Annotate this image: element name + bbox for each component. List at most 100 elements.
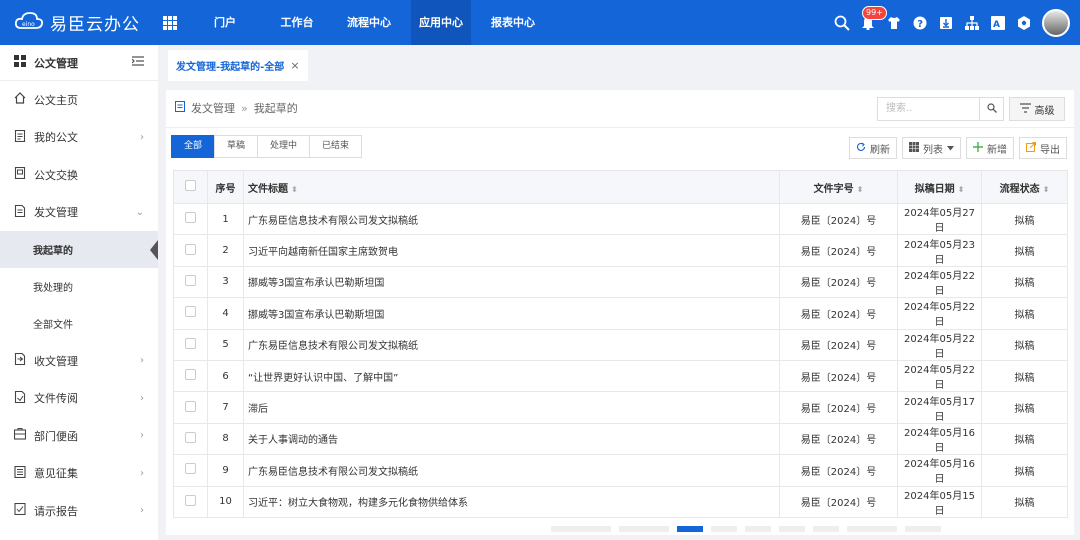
cell-title[interactable]: 广东易臣信息技术有限公司发文拟稿纸 <box>243 203 780 236</box>
export-button[interactable]: 导出 <box>1019 137 1067 159</box>
pagination-first[interactable] <box>619 526 669 532</box>
avatar[interactable] <box>1042 8 1070 37</box>
table-row[interactable]: 10 习近平：树立大食物观，构建多元化食物供给体系 易臣〔2024〕号 2024年05… <box>173 486 1068 518</box>
sidebar-sub-my-drafts[interactable]: 我起草的 <box>0 231 158 268</box>
nav-process-center[interactable]: 流程中心 <box>339 0 399 45</box>
table-row[interactable]: 1 广东易臣信息技术有限公司发文拟稿纸 易臣〔2024〕号 2024年05月27日 拟稿 <box>173 203 1068 236</box>
table-row[interactable]: 8 关于人事调动的通告 易臣〔2024〕号 2024年05月16日 拟稿 <box>173 423 1068 456</box>
filter-processing[interactable]: 处理中 <box>257 135 311 158</box>
tab-current[interactable]: 发文管理-我起草的-全部 × <box>168 50 308 81</box>
sidebar-sub-my-handled[interactable]: 我处理的 <box>0 268 158 305</box>
row-checkbox[interactable] <box>185 212 196 224</box>
sort-icon[interactable]: ⬍ <box>857 185 864 194</box>
cell-title[interactable]: 挪威等3国宣布承认巴勒斯坦国 <box>243 266 780 299</box>
close-icon[interactable]: × <box>290 59 299 72</box>
row-checkbox[interactable] <box>185 431 196 443</box>
row-checkbox[interactable] <box>185 337 196 349</box>
shirt-icon[interactable] <box>886 15 902 31</box>
search-icon[interactable] <box>834 15 850 31</box>
pagination-next[interactable] <box>847 526 897 532</box>
sidebar-item-my-docs[interactable]: 我的公文 › <box>0 119 158 157</box>
row-checkbox-cell[interactable] <box>173 203 208 236</box>
add-button[interactable]: 新增 <box>966 137 1014 159</box>
translate-icon[interactable]: A <box>990 15 1006 31</box>
row-checkbox-cell[interactable] <box>173 391 208 424</box>
nav-report-center[interactable]: 报表中心 <box>483 0 543 45</box>
row-checkbox[interactable] <box>185 306 196 318</box>
table-row[interactable]: 9 广东易臣信息技术有限公司发文拟稿纸 易臣〔2024〕号 2024年05月16日 拟稿 <box>173 454 1068 487</box>
column-docno[interactable]: 文件字号 ⬍ <box>779 170 898 204</box>
sort-icon[interactable]: ⬍ <box>958 185 965 194</box>
sidebar-item-circulate[interactable]: 文件传阅 › <box>0 380 158 418</box>
download-icon[interactable] <box>938 15 954 31</box>
row-checkbox[interactable] <box>185 369 196 381</box>
column-date[interactable]: 拟稿日期 ⬍ <box>897 170 982 204</box>
nav-workbench[interactable]: 工作台 <box>267 0 327 45</box>
row-checkbox[interactable] <box>185 243 196 255</box>
sidebar-item-feedback[interactable]: 意见征集 › <box>0 455 158 493</box>
pagination-page[interactable] <box>745 526 771 532</box>
filter-all[interactable]: 全部 <box>171 135 216 158</box>
sort-icon[interactable]: ⬍ <box>291 185 298 194</box>
row-checkbox-cell[interactable] <box>173 423 208 456</box>
row-checkbox-cell[interactable] <box>173 329 208 361</box>
pagination-prev[interactable] <box>551 526 611 532</box>
cell-title[interactable]: 关于人事调动的通告 <box>243 423 780 456</box>
advanced-search-button[interactable]: 高级 <box>1009 97 1065 121</box>
table-row[interactable]: 6 “让世界更好认识中国、了解中国” 易臣〔2024〕号 2024年05月22日 拟稿 <box>173 360 1068 393</box>
breadcrumb-root[interactable]: 发文管理 <box>191 100 235 116</box>
sidebar-item-dept-memo[interactable]: 部门便函 › <box>0 417 158 455</box>
cell-title[interactable]: 习近平：树立大食物观，构建多元化食物供给体系 <box>243 486 780 518</box>
bell-icon[interactable]: 99+ <box>860 5 887 31</box>
row-checkbox-cell[interactable] <box>173 454 208 487</box>
search-button[interactable] <box>980 97 1004 121</box>
cell-title[interactable]: 滞后 <box>243 391 780 424</box>
pagination-page[interactable] <box>779 526 805 532</box>
sidebar-item-doc-home[interactable]: 公文主页 <box>0 81 158 119</box>
row-checkbox[interactable] <box>185 494 196 506</box>
pagination-page[interactable] <box>711 526 737 532</box>
logo[interactable]: eino 易臣云办公 <box>0 10 155 35</box>
help-icon[interactable]: ? <box>912 15 928 31</box>
nav-app-center[interactable]: 应用中心 <box>411 0 471 45</box>
table-row[interactable]: 3 挪威等3国宣布承认巴勒斯坦国 易臣〔2024〕号 2024年05月22日 拟稿 <box>173 266 1068 299</box>
org-chart-icon[interactable] <box>964 15 980 31</box>
cell-title[interactable]: “让世界更好认识中国、了解中国” <box>243 360 780 393</box>
pagination-page-current[interactable] <box>677 526 703 532</box>
table-row[interactable]: 4 挪威等3国宣布承认巴勒斯坦国 易臣〔2024〕号 2024年05月22日 拟稿 <box>173 297 1068 330</box>
sort-icon[interactable]: ⬍ <box>1043 185 1050 194</box>
sidebar-sub-all-files[interactable]: 全部文件 <box>0 305 158 342</box>
pagination-last[interactable] <box>905 526 941 532</box>
column-status[interactable]: 流程状态 ⬍ <box>981 170 1068 204</box>
filter-finished[interactable]: 已结束 <box>309 135 363 158</box>
select-all-checkbox-cell[interactable] <box>173 170 208 204</box>
sidebar-item-doc-exchange[interactable]: 公文交换 <box>0 156 158 194</box>
sidebar-item-receive-mgmt[interactable]: 收文管理 › <box>0 342 158 380</box>
row-checkbox[interactable] <box>185 400 196 412</box>
list-view-button[interactable]: 列表 <box>902 137 961 159</box>
settings-icon[interactable] <box>1016 15 1032 31</box>
row-checkbox[interactable] <box>185 463 196 475</box>
select-all-checkbox[interactable] <box>185 180 196 191</box>
sidebar-item-report[interactable]: 请示报告 › <box>0 492 158 530</box>
sidebar-item-send-mgmt[interactable]: 发文管理 ⌄ <box>0 194 158 232</box>
row-checkbox-cell[interactable] <box>173 486 208 518</box>
search-input[interactable]: 搜索.. <box>877 97 980 121</box>
cell-title[interactable]: 广东易臣信息技术有限公司发文拟稿纸 <box>243 329 780 361</box>
cell-title[interactable]: 挪威等3国宣布承认巴勒斯坦国 <box>243 297 780 330</box>
cell-title[interactable]: 广东易臣信息技术有限公司发文拟稿纸 <box>243 454 780 487</box>
filter-draft[interactable]: 草稿 <box>214 135 259 158</box>
app-grid-icon[interactable] <box>163 15 185 30</box>
table-row[interactable]: 7 滞后 易臣〔2024〕号 2024年05月17日 拟稿 <box>173 391 1068 424</box>
cell-title[interactable]: 习近平向越南新任国家主席致贺电 <box>243 234 780 267</box>
nav-portal[interactable]: 门户 <box>195 0 255 45</box>
row-checkbox-cell[interactable] <box>173 360 208 393</box>
table-row[interactable]: 2 习近平向越南新任国家主席致贺电 易臣〔2024〕号 2024年05月23日 拟稿 <box>173 234 1068 267</box>
row-checkbox-cell[interactable] <box>173 266 208 299</box>
row-checkbox-cell[interactable] <box>173 297 208 330</box>
table-row[interactable]: 5 广东易臣信息技术有限公司发文拟稿纸 易臣〔2024〕号 2024年05月22日 拟稿 <box>173 329 1068 361</box>
row-checkbox[interactable] <box>185 274 196 286</box>
pagination-page[interactable] <box>813 526 839 532</box>
row-checkbox-cell[interactable] <box>173 234 208 267</box>
collapse-menu-icon[interactable] <box>131 56 144 69</box>
